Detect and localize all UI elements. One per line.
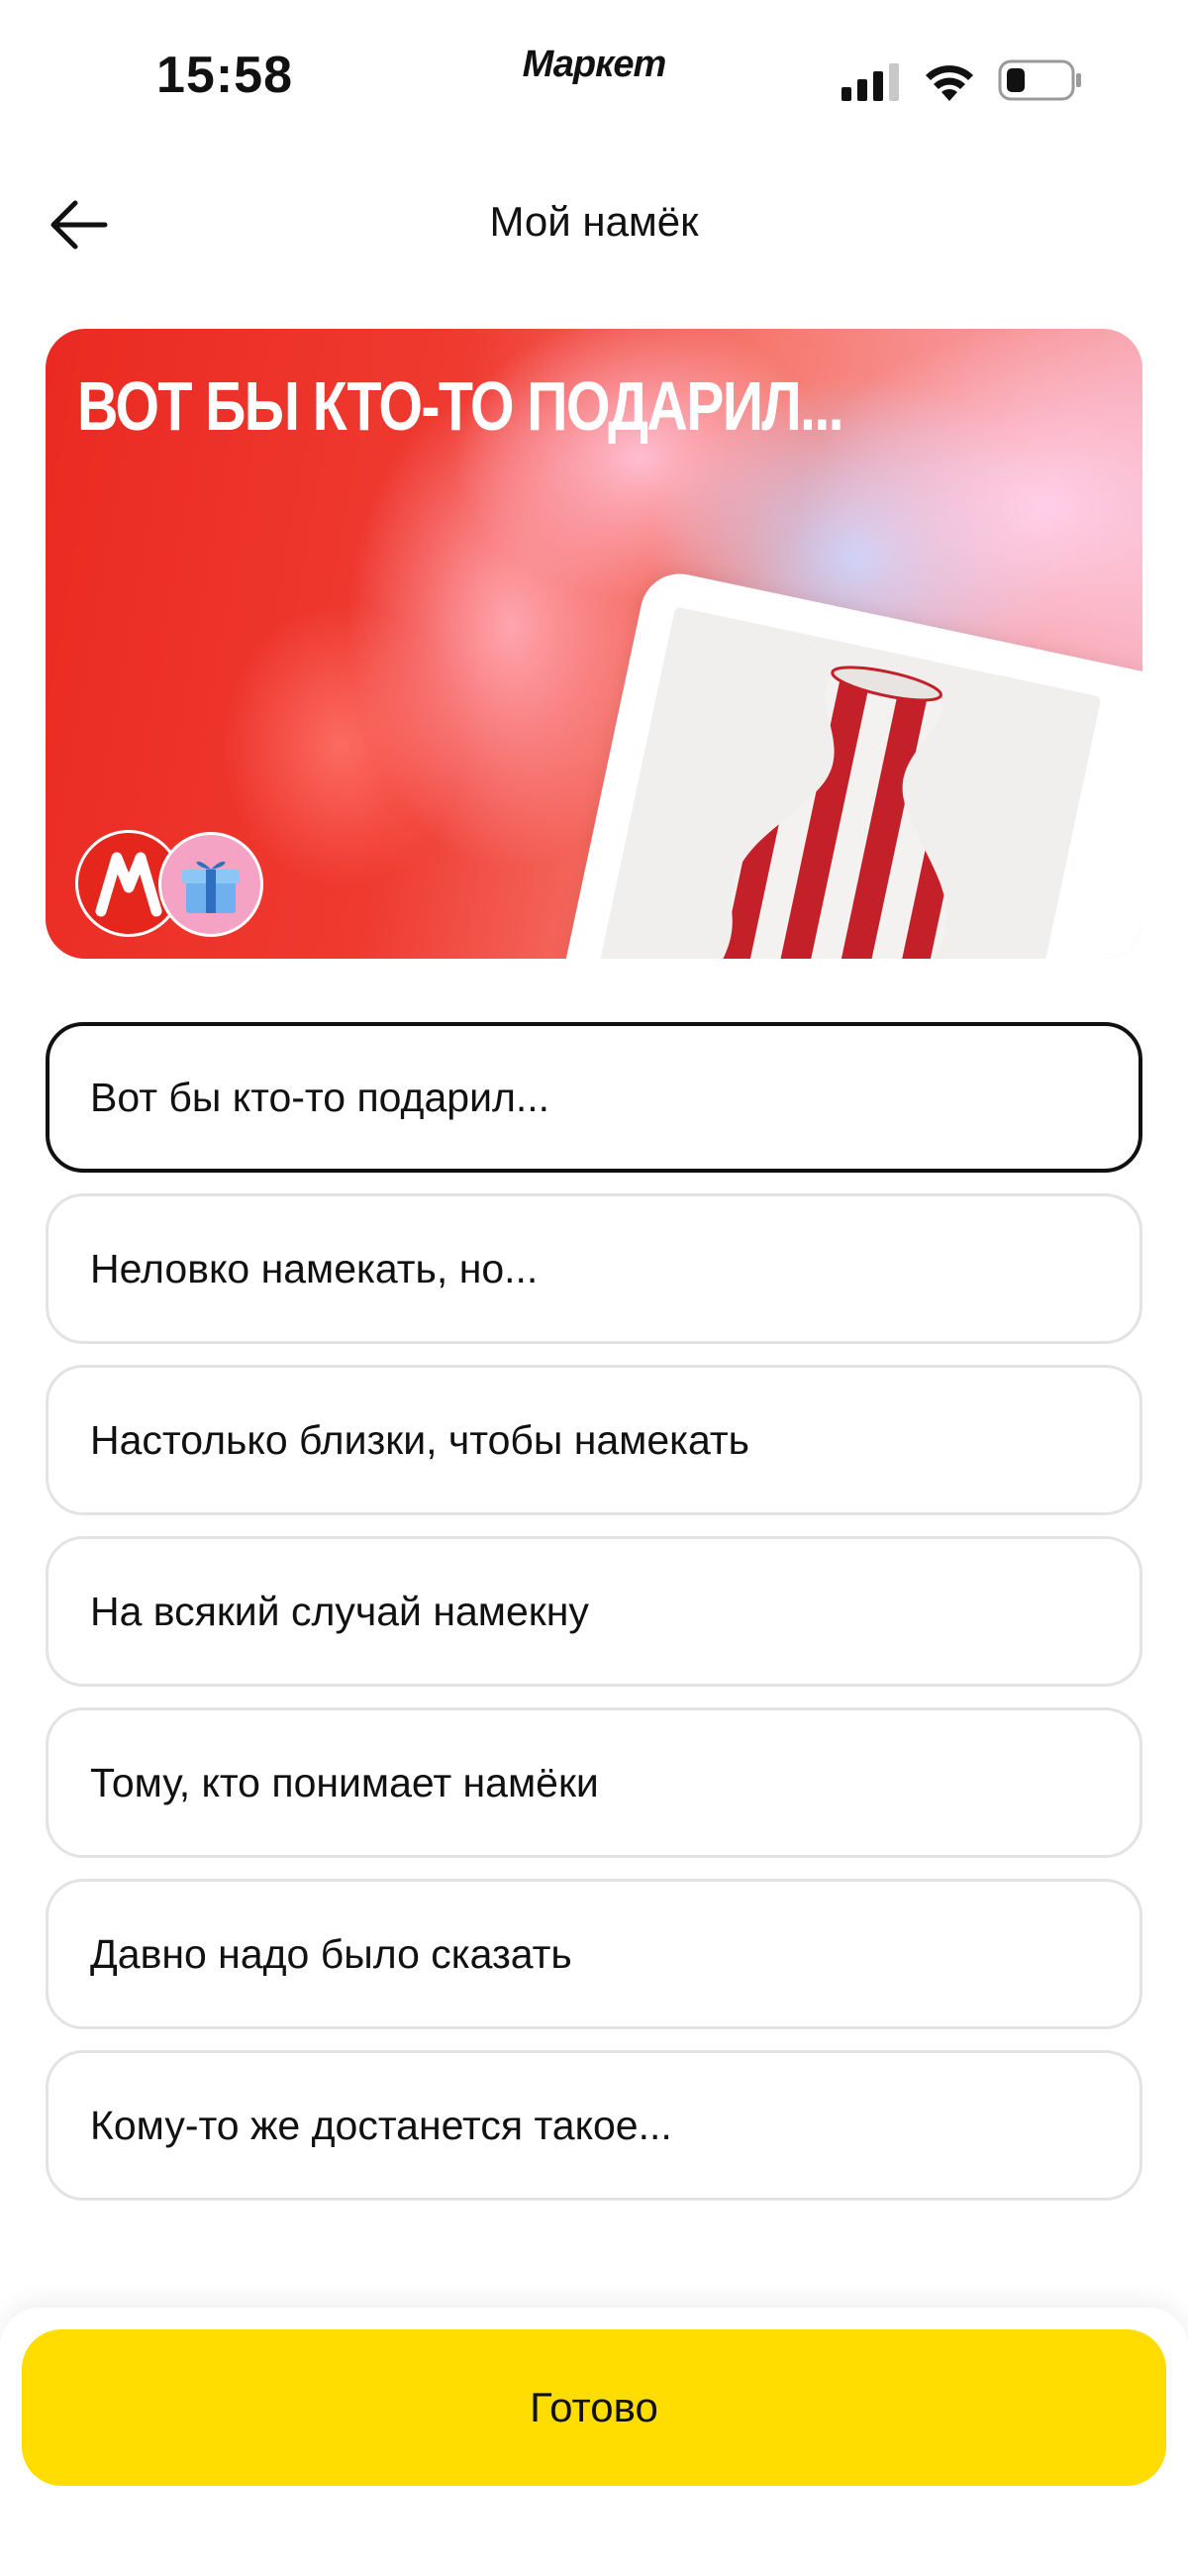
option-1[interactable]: Вот бы кто-то подарил...	[46, 1022, 1142, 1173]
wifi-icon	[926, 65, 973, 101]
option-label: Настолько близки, чтобы намекать	[90, 1416, 750, 1463]
option-5[interactable]: Тому, кто понимает намёки	[46, 1707, 1142, 1858]
option-label: Кому-то же достанется такое...	[90, 2102, 672, 2148]
signal-icon	[842, 63, 899, 101]
option-label: Тому, кто понимает намёки	[90, 1759, 599, 1805]
done-button[interactable]: Готово	[22, 2329, 1166, 2486]
product-image	[578, 606, 1102, 959]
market-logo-icon	[95, 852, 162, 917]
done-label: Готово	[530, 2384, 658, 2430]
option-2[interactable]: Неловко намекать, но...	[46, 1193, 1142, 1344]
hint-banner: ВОТ БЫ КТО-ТО ПОДАРИЛ...	[46, 329, 1142, 959]
option-6[interactable]: Давно надо было сказать	[46, 1879, 1142, 2029]
page-title: Мой намёк	[489, 198, 699, 245]
gift-icon	[158, 832, 263, 937]
logo-badges	[75, 830, 273, 939]
bottom-bar: Готово	[0, 2308, 1188, 2576]
option-7[interactable]: Кому-то же достанется такое...	[46, 2050, 1142, 2201]
status-bar: 15:58 Маркет	[0, 0, 1188, 158]
banner-title: ВОТ БЫ КТО-ТО ПОДАРИЛ...	[77, 367, 844, 445]
product-card	[517, 567, 1142, 959]
vase-icon	[664, 654, 1020, 959]
option-4[interactable]: На всякий случай намекну	[46, 1536, 1142, 1687]
option-label: На всякий случай намекну	[90, 1588, 589, 1634]
battery-icon	[998, 59, 1081, 101]
option-label: Неловко намекать, но...	[90, 1245, 539, 1291]
option-label: Вот бы кто-то подарил...	[90, 1074, 550, 1120]
option-label: Давно надо было сказать	[90, 1930, 572, 1977]
hint-options-list: Вот бы кто-то подарил... Неловко намекат…	[46, 1022, 1142, 2221]
option-3[interactable]: Настолько близки, чтобы намекать	[46, 1365, 1142, 1515]
header: Мой намёк	[0, 168, 1188, 277]
